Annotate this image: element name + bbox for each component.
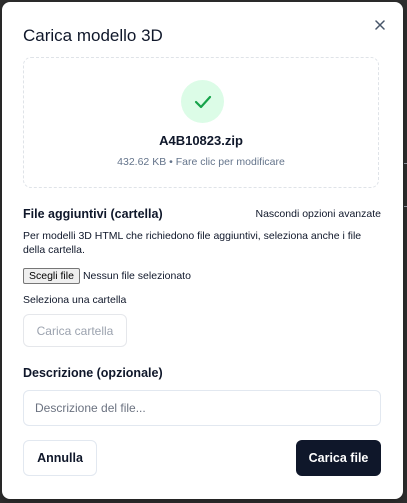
folder-prompt-label: Seleziona una cartella	[23, 294, 127, 306]
extra-files-label: File aggiuntivi (cartella)	[23, 207, 163, 221]
selected-file-meta: 432.62 KB • Fare clic per modificare	[117, 156, 285, 168]
file-dropzone[interactable]: A4B10823.zip 432.62 KB • Fare clic per m…	[23, 57, 379, 188]
hide-advanced-options-link[interactable]: Nascondi opzioni avanzate	[256, 208, 382, 220]
selected-file-name: A4B10823.zip	[159, 133, 243, 148]
upload-folder-button[interactable]: Carica cartella	[23, 314, 127, 347]
upload-success-badge	[181, 80, 224, 123]
dialog-title: Carica modello 3D	[23, 26, 163, 45]
description-input[interactable]	[23, 390, 381, 426]
upload-file-button[interactable]: Carica file	[296, 440, 381, 476]
extra-files-help-text: Per modelli 3D HTML che richiedono file …	[23, 230, 362, 256]
cancel-button[interactable]: Annulla	[23, 440, 97, 476]
close-icon	[375, 20, 385, 30]
choose-file-button[interactable]: Scegli file	[23, 268, 80, 284]
no-file-selected-text: Nessun file selezionato	[82, 270, 191, 282]
upload-dialog: Carica modello 3D A4B10823.zip 432.62 KB…	[2, 2, 403, 499]
close-button[interactable]	[371, 16, 389, 34]
file-input: Scegli file Nessun file selezionato	[23, 268, 191, 284]
description-label: Descrizione (opzionale)	[23, 366, 163, 380]
check-icon	[194, 95, 212, 109]
